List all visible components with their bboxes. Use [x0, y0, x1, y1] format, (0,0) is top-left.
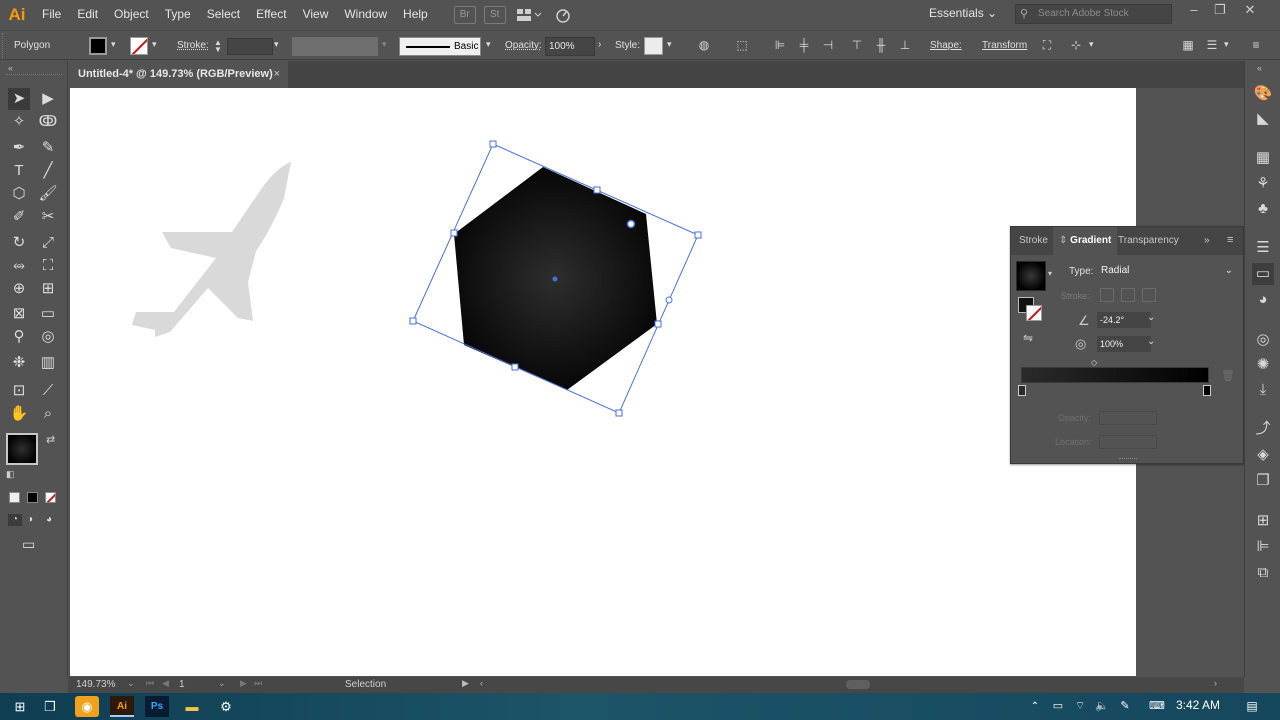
aspect-ratio-icon: ◎	[1075, 336, 1087, 351]
transform-panel-icon[interactable]: ⊞	[1252, 510, 1274, 532]
taskbar-clock[interactable]: 3:42 AM	[1176, 698, 1220, 712]
aspect-ratio-input[interactable]: 100%	[1097, 336, 1151, 352]
sides-widget[interactable]	[665, 296, 673, 304]
artboards-icon[interactable]: ❐	[1252, 470, 1274, 492]
collapse-panel-icon[interactable]: »	[1204, 235, 1210, 246]
swatches-icon[interactable]: ▦	[1252, 147, 1274, 169]
artboard-number[interactable]: 1	[179, 679, 185, 690]
handle-left[interactable]	[450, 229, 458, 237]
zoom-level[interactable]: 149.73%	[76, 679, 115, 690]
status-menu-icon[interactable]: ▶	[462, 678, 469, 689]
gradient-type-select[interactable]: Radial ⌄	[1097, 262, 1237, 280]
gradient-preview-swatch[interactable]	[1016, 261, 1046, 291]
handle-right[interactable]	[654, 320, 662, 328]
stop-opacity-input	[1099, 411, 1157, 425]
file-explorer-icon[interactable]: ▬	[180, 696, 204, 717]
appearance-panel-icon[interactable]: ◎	[1252, 329, 1274, 351]
pathfinder-icon[interactable]: ⧉	[1252, 562, 1274, 584]
wifi-icon[interactable]: ⌔	[1068, 696, 1092, 717]
notification-center-icon[interactable]: ▤	[1240, 696, 1264, 717]
handle-top-right[interactable]	[694, 231, 702, 239]
delete-stop-icon: 🗑	[1221, 370, 1235, 382]
brushes-icon[interactable]: ⚘	[1252, 173, 1274, 195]
airplane-shape[interactable]	[132, 162, 291, 337]
photoshop-taskbar-icon[interactable]: Ps	[145, 696, 169, 717]
stop-location-label: Location:	[1055, 437, 1092, 447]
angle-input[interactable]: -24.2°	[1097, 312, 1151, 328]
gradient-type-value: Radial	[1101, 265, 1130, 276]
export-assets-icon[interactable]: ⤓	[1252, 379, 1274, 401]
volume-icon[interactable]: 🔈	[1090, 696, 1114, 717]
aspect-dropdown-icon[interactable]: ⌄	[1147, 336, 1155, 347]
reverse-gradient-icon[interactable]: ⇋	[1023, 331, 1033, 345]
panel-dock: « 🎨 ◣ ▦ ⚘ ♣ ☰ ▭ ◕ ◎ ✺ ⤓ ⤴ ◈ ❐ ⊞ ⊫ ⧉	[1244, 61, 1280, 677]
gradient-panel-tabs: Stroke ⇕ Gradient Transparency » ≡	[1011, 227, 1243, 255]
gradient-panel: Stroke ⇕ Gradient Transparency » ≡ ▾ Typ…	[1010, 226, 1244, 464]
start-button-icon[interactable]: ⊞	[8, 696, 32, 717]
firefox-icon[interactable]: ◉	[75, 696, 99, 717]
tab-transparency[interactable]: Transparency	[1112, 227, 1185, 255]
tab-gradient[interactable]: ⇕ Gradient	[1053, 227, 1118, 255]
panel-menu-icon[interactable]: ≡	[1227, 234, 1233, 246]
status-bar: 149.73% ⌄ ⏮ ◀ 1 ⌄ ▶ ⏭ Selection ▶ ‹ ›	[68, 677, 1244, 693]
handle-top-left[interactable]	[489, 140, 497, 148]
battery-icon[interactable]: ▭	[1046, 696, 1070, 717]
angle-dropdown-icon[interactable]: ⌄	[1147, 312, 1155, 323]
last-artboard-icon: ⏭	[254, 678, 263, 688]
keyboard-icon[interactable]: ⌨	[1145, 696, 1169, 717]
handle-bottom-right[interactable]	[615, 409, 623, 417]
panel-resize-grip[interactable]	[1119, 458, 1137, 461]
handle-top[interactable]	[593, 186, 601, 194]
type-label: Type:	[1069, 266, 1094, 277]
chevron-down-icon: ⌄	[1224, 265, 1233, 276]
layers-icon[interactable]: ◈	[1252, 444, 1274, 466]
previous-artboard-icon: ◀	[162, 678, 169, 688]
transparency-panel-icon[interactable]: ◕	[1252, 289, 1274, 311]
scroll-left-icon[interactable]: ‹	[480, 678, 483, 688]
expand-dock-icon[interactable]: «	[1257, 63, 1262, 73]
cc-taskbar-icon[interactable]: ⚙	[214, 696, 238, 717]
align-panel-icon[interactable]: ⊫	[1252, 536, 1274, 558]
artboard-dropdown-icon[interactable]: ⌄	[218, 678, 226, 689]
color-guide-icon[interactable]: ◣	[1252, 108, 1274, 130]
task-view-icon[interactable]: ❐	[38, 696, 62, 717]
scroll-right-icon[interactable]: ›	[1214, 678, 1217, 688]
gradient-stop-right[interactable]	[1203, 385, 1211, 396]
center-point	[552, 276, 558, 282]
gradient-slider[interactable]	[1021, 367, 1209, 383]
live-corners-widget[interactable]	[626, 219, 636, 229]
windows-taskbar: ⊞ ❐ ◉ Ai Ps ▬ ⚙ ⌃ ▭ ⌔ 🔈 ✎ ⌨ 3:42 AM ▤	[0, 693, 1280, 720]
angle-icon: ∠	[1078, 313, 1090, 328]
gradient-stroke-label: Stroke:	[1061, 291, 1090, 301]
handle-bottom[interactable]	[511, 363, 519, 371]
gradient-stop-left[interactable]	[1018, 385, 1026, 396]
stop-opacity-label: Opacity:	[1058, 413, 1092, 423]
gradient-preset-dropdown-icon[interactable]: ▾	[1048, 269, 1052, 278]
illustrator-taskbar-icon[interactable]: Ai	[110, 696, 134, 717]
color-panel-icon[interactable]: 🎨	[1252, 83, 1274, 105]
horizontal-scrollbar-thumb[interactable]	[846, 680, 870, 689]
pen-ink-icon[interactable]: ✎	[1113, 696, 1137, 717]
show-hidden-icons[interactable]: ⌃	[1023, 696, 1047, 717]
handle-bottom-left[interactable]	[409, 317, 417, 325]
zoom-dropdown-icon[interactable]: ⌄	[127, 678, 135, 689]
stroke-along-icon	[1121, 288, 1135, 302]
tab-stroke[interactable]: Stroke	[1013, 227, 1054, 255]
stroke-within-icon	[1100, 288, 1114, 302]
stroke-across-icon	[1142, 288, 1156, 302]
first-artboard-icon: ⏮	[146, 678, 155, 688]
midpoint-diamond-icon[interactable]: ◇	[1091, 358, 1097, 367]
symbols-icon[interactable]: ♣	[1252, 198, 1274, 220]
next-artboard-icon: ▶	[240, 678, 247, 688]
asset-export-icon[interactable]: ⤴	[1252, 418, 1274, 440]
stroke-panel-icon[interactable]: ☰	[1252, 237, 1274, 259]
gradient-panel-icon[interactable]: ▭	[1252, 263, 1274, 285]
graphic-styles-icon[interactable]: ✺	[1252, 354, 1274, 376]
current-tool-status: Selection	[345, 679, 387, 690]
stroke-indicator-icon[interactable]	[1026, 305, 1042, 321]
stop-location-input	[1099, 435, 1157, 449]
tab-gradient-label: Gradient	[1070, 235, 1112, 246]
